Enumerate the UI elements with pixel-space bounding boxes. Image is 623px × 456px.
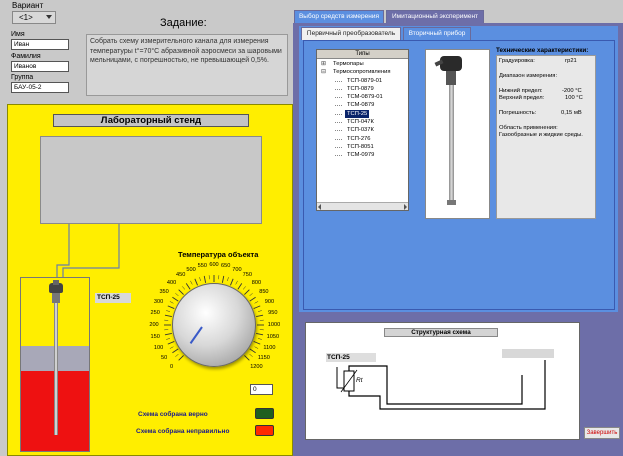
schema-wiring bbox=[336, 360, 546, 410]
schema-rt-label: Rt bbox=[356, 377, 363, 384]
finish-button[interactable]: Завершить bbox=[584, 427, 620, 439]
